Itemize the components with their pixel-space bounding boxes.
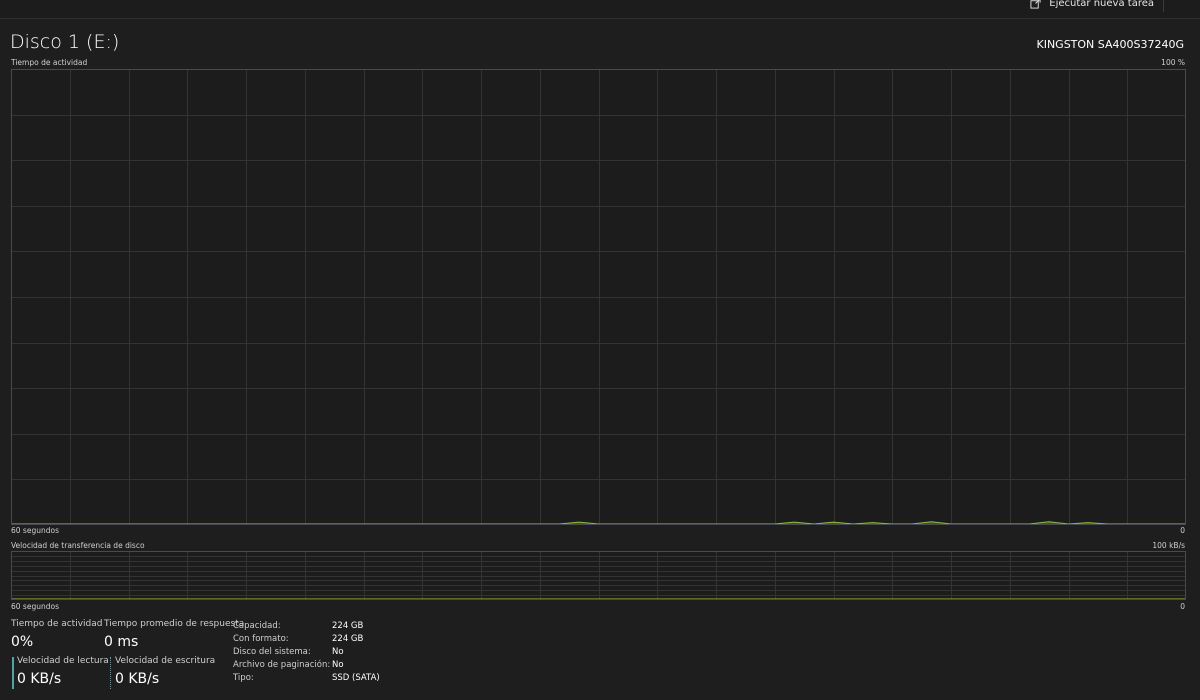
page-title: Disco 1 (E:) <box>10 31 120 53</box>
transfer-graph-label: Velocidad de transferencia de disco <box>11 541 145 550</box>
disk-properties: Capacidad: 224 GB Con formato: 224 GB Disco … <box>233 619 380 684</box>
stat-read-value: 0 KB/s <box>17 671 62 687</box>
stat-write-label: Velocidad de escritura <box>115 656 216 666</box>
transfer-graph-max-label: 100 kB/s <box>1152 541 1185 550</box>
transfer-graph <box>11 551 1186 600</box>
run-new-task-button[interactable]: Ejecutar nueva tarea <box>1030 0 1154 10</box>
disk-model: KINGSTON SA400S37240G <box>1036 38 1184 51</box>
transfer-graph-min-label: 0 <box>1180 602 1185 611</box>
stat-activity-value: 0% <box>11 634 34 650</box>
activity-graph-time-label: 60 segundos <box>11 526 59 535</box>
property-key: Tipo: <box>233 672 254 683</box>
stat-write: Velocidad de escritura 0 KB/s <box>115 656 215 687</box>
stat-write-value: 0 KB/s <box>115 671 160 687</box>
stat-response: Tiempo promedio de respuesta 0 ms <box>104 619 244 650</box>
stat-activity: Tiempo de actividad 0% <box>11 619 102 650</box>
property-value: No <box>332 646 344 657</box>
stat-read: Velocidad de lectura 0 KB/s <box>17 656 109 687</box>
read-speed-marker <box>12 657 14 689</box>
transfer-graph-time-label: 60 segundos <box>11 602 59 611</box>
property-value: 224 GB <box>332 620 364 631</box>
stat-read-label: Velocidad de lectura <box>17 656 109 666</box>
property-key: Disco del sistema: <box>233 646 311 657</box>
run-new-task-label: Ejecutar nueva tarea <box>1049 0 1154 9</box>
stat-activity-label: Tiempo de actividad <box>11 619 103 629</box>
write-speed-marker <box>110 657 111 689</box>
run-task-icon <box>1030 0 1041 9</box>
property-row: Capacidad: 224 GB <box>233 619 380 632</box>
activity-graph-label: Tiempo de actividad <box>11 58 88 67</box>
property-row: Tipo: SSD (SATA) <box>233 671 380 684</box>
property-row: Disco del sistema: No <box>233 645 380 658</box>
toolbar-divider <box>1163 0 1164 12</box>
property-key: Con formato: <box>233 633 289 644</box>
activity-graph <box>11 69 1186 525</box>
property-row: Con formato: 224 GB <box>233 632 380 645</box>
command-bar: Ejecutar nueva tarea ··· <box>0 0 1200 19</box>
stat-response-label: Tiempo promedio de respuesta <box>104 619 245 629</box>
task-manager-disk-page: Ejecutar nueva tarea ··· Disco 1 (E:) KI… <box>0 0 1200 700</box>
property-key: Capacidad: <box>233 620 281 631</box>
property-value: 224 GB <box>332 633 364 644</box>
property-value: SSD (SATA) <box>332 672 380 683</box>
stat-response-value: 0 ms <box>104 634 139 650</box>
property-value: No <box>332 659 344 670</box>
activity-graph-max-label: 100 % <box>1161 58 1185 67</box>
property-row: Archivo de paginación: No <box>233 658 380 671</box>
activity-graph-min-label: 0 <box>1180 526 1185 535</box>
property-key: Archivo de paginación: <box>233 659 331 670</box>
more-options-button[interactable]: ··· <box>1176 0 1192 7</box>
